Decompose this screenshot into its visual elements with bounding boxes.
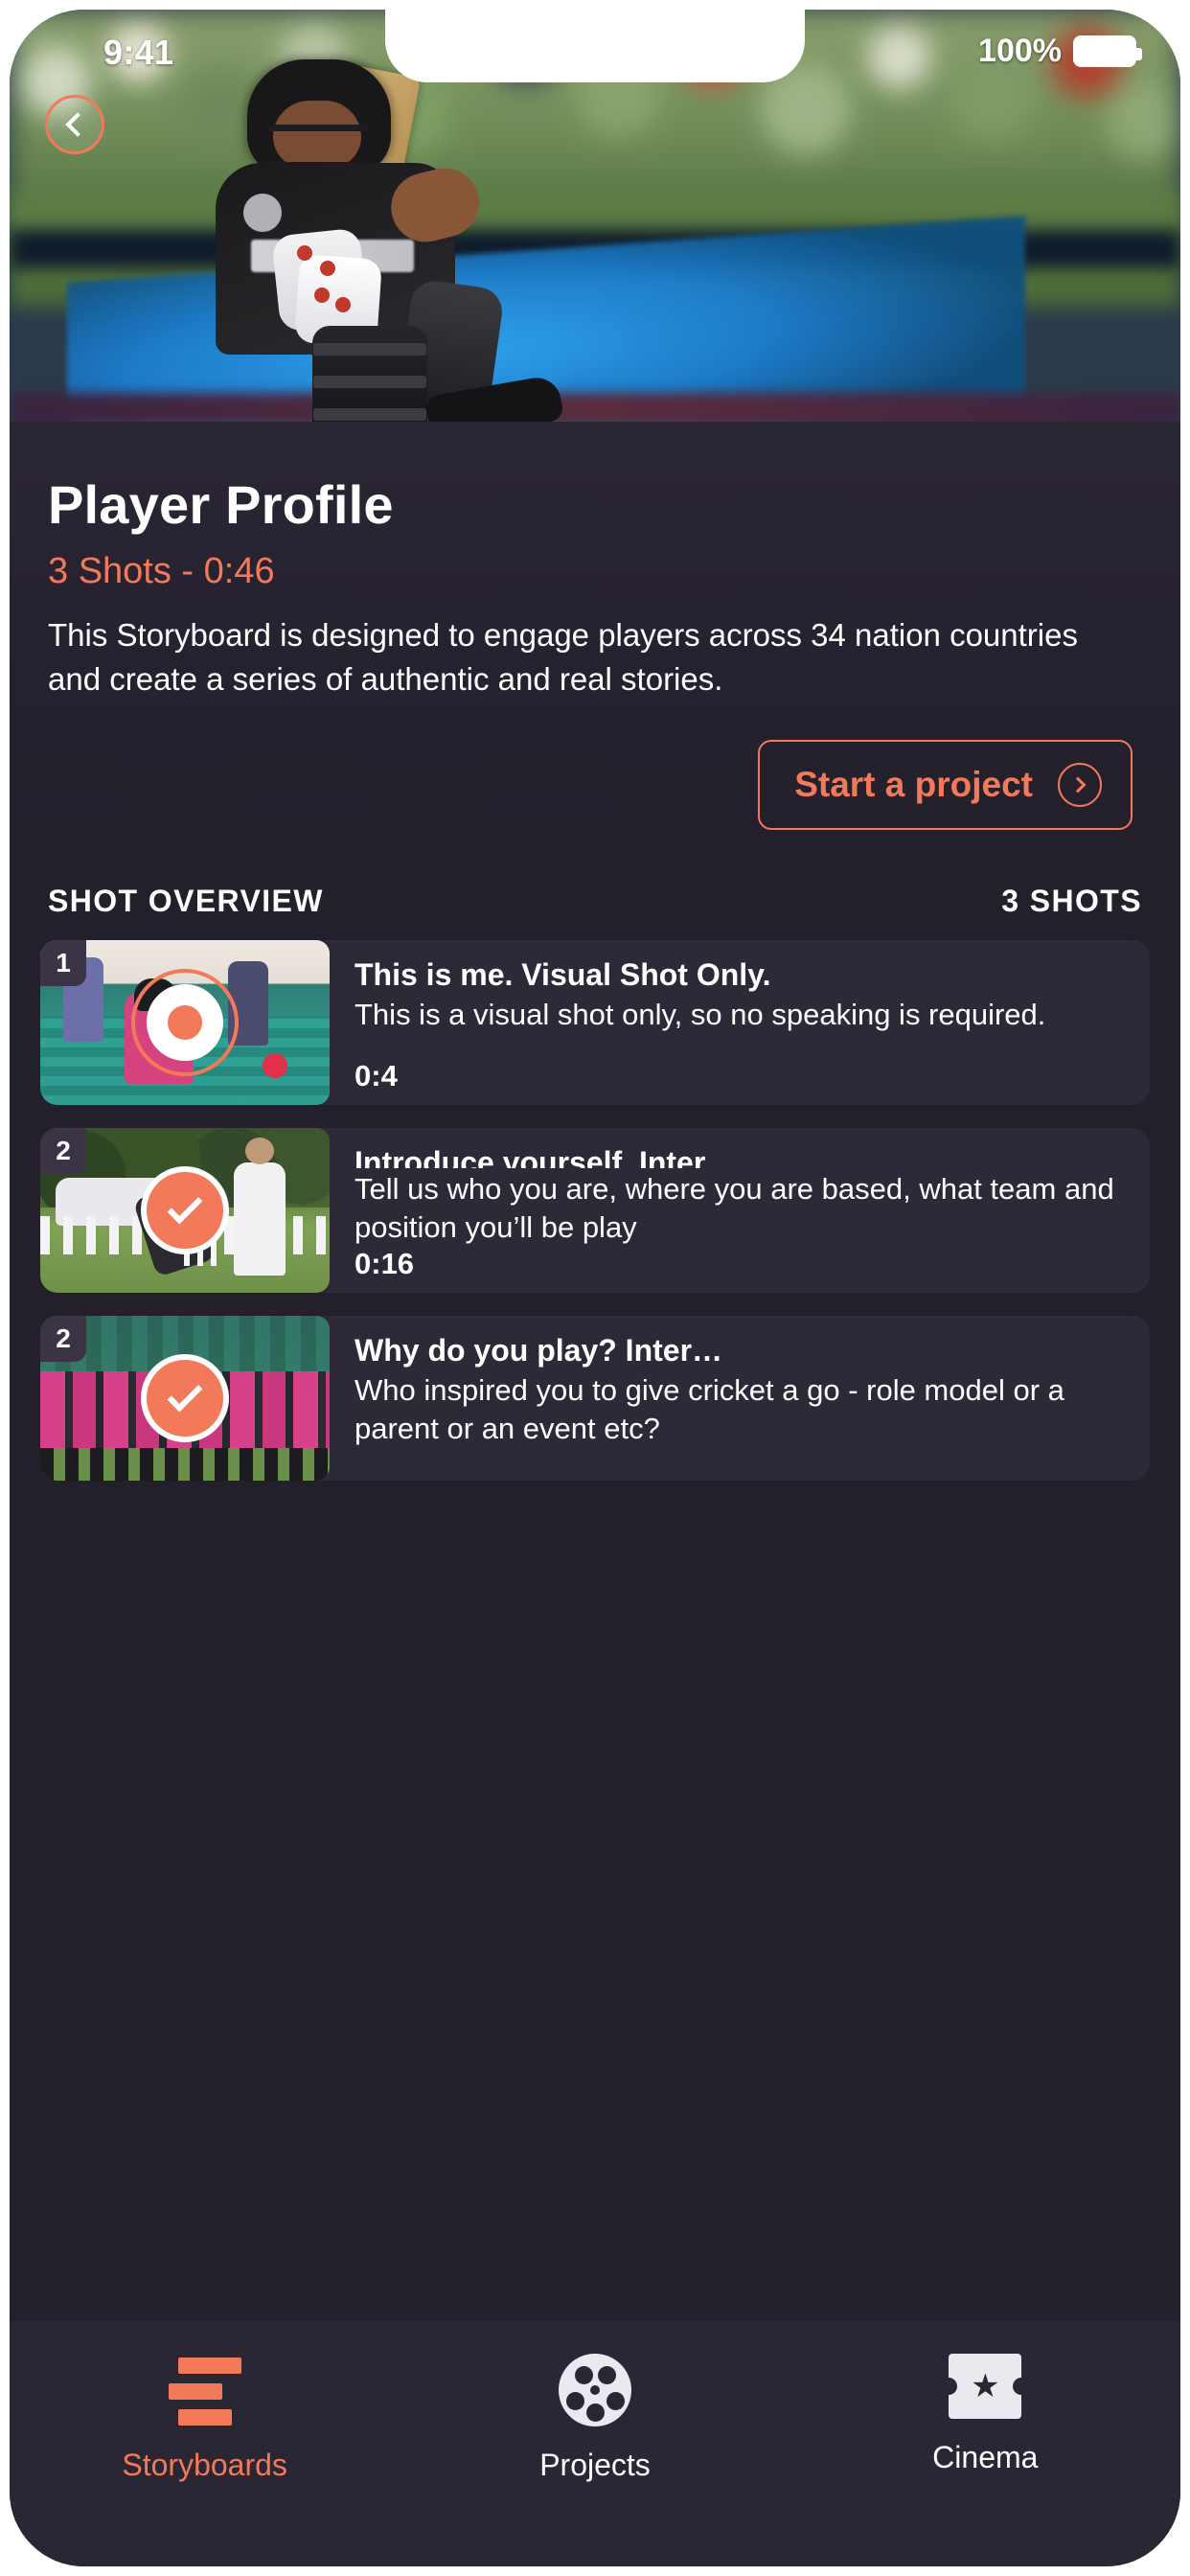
shot-title: This is me. Visual Shot Only. — [355, 957, 771, 992]
shot-thumbnail[interactable]: 2 — [40, 1128, 330, 1293]
tab-projects[interactable]: Projects — [470, 2354, 720, 2483]
shot-text: This is me. Visual Shot Only. This is a … — [330, 940, 1150, 1105]
battery-full-icon — [1073, 35, 1142, 67]
shot-text: Why do you play? Inter… Who inspired you… — [330, 1316, 1150, 1481]
shot-thumbnail[interactable]: 2 — [40, 1316, 330, 1481]
check-circle-icon[interactable] — [141, 1354, 229, 1442]
tab-storyboards-label: Storyboards — [122, 2448, 287, 2482]
shot-duration: 0:4 — [355, 1059, 398, 1092]
check-mark — [167, 1376, 203, 1413]
check-mark — [167, 1188, 203, 1225]
storyboard-detail-section: Player Profile 3 Shots - 0:46 This Story… — [10, 422, 1180, 830]
batting-pad — [312, 326, 427, 422]
storyboard-description: This Storyboard is designed to engage pl… — [48, 617, 1078, 697]
shot-title: Why do you play? Inter… — [355, 1333, 723, 1368]
status-bar-time: 9:41 — [103, 33, 174, 72]
ticket-star-icon: ★ — [940, 2354, 1031, 2419]
shots-duration-subtitle: 3 Shots - 0:46 — [48, 551, 275, 591]
star-glyph: ★ — [971, 2368, 1000, 2404]
shot-index-badge: 1 — [40, 940, 86, 986]
tab-cinema[interactable]: ★ Cinema — [860, 2354, 1110, 2475]
arrow-right-circle-icon — [1058, 763, 1102, 807]
pad-strap — [313, 376, 426, 388]
glove-dot — [335, 297, 351, 312]
app-screen: 9:41 100% Player Profile 3 Shots - 0:46 … — [10, 10, 1180, 2566]
shot-title: Introduce yourself. Inter… — [355, 1145, 737, 1168]
content-area: Player Profile 3 Shots - 0:46 This Story… — [10, 422, 1180, 2566]
tab-storyboards[interactable]: Storyboards — [80, 2354, 330, 2483]
shot-text: Introduce yourself. Inter… Tell us who y… — [330, 1128, 1150, 1293]
bottom-tab-bar: Storyboards Projects ★ Cinema — [10, 2321, 1180, 2566]
chevron-left-icon — [65, 112, 90, 137]
hero-image: 9:41 100% — [10, 10, 1180, 422]
shot-list-item[interactable]: 2 Why do you play? Inter… Who inspired y… — [40, 1316, 1150, 1481]
shot-index-badge: 2 — [40, 1128, 86, 1174]
shot-list-item[interactable]: 1 This is me. Visual Shot Only. This is … — [40, 940, 1150, 1105]
glove-dot — [320, 261, 335, 276]
cricket-ball — [263, 1053, 287, 1078]
start-a-project-button[interactable]: Start a project — [758, 740, 1133, 830]
shot-list-item[interactable]: 2 Introduce yourself. Inter… Tell us who… — [40, 1128, 1150, 1293]
shot-description: Who inspired you to give cricket a go - … — [355, 1373, 1064, 1445]
check-circle-icon[interactable] — [141, 1166, 229, 1254]
glove-dot — [297, 245, 312, 261]
pad-strap — [313, 343, 426, 356]
shot-description: This is a visual shot only, so no speaki… — [355, 998, 1046, 1031]
battery-percent-label: 100% — [978, 33, 1062, 69]
status-bar-right: 100% — [978, 33, 1142, 70]
cta-row: Start a project — [48, 702, 1142, 830]
phone-frame: 9:41 100% Player Profile 3 Shots - 0:46 … — [0, 0, 1190, 2576]
device-notch — [385, 10, 805, 82]
record-button-icon[interactable] — [147, 984, 223, 1061]
shot-thumbnail[interactable]: 1 — [40, 940, 330, 1105]
tab-projects-label: Projects — [539, 2448, 651, 2482]
start-a-project-label: Start a project — [794, 765, 1033, 804]
shot-index-badge: 2 — [40, 1316, 86, 1362]
pad-strap — [313, 408, 426, 421]
film-reel-icon — [558, 2354, 631, 2426]
shot-list: 1 This is me. Visual Shot Only. This is … — [10, 919, 1180, 1481]
shot-overview-header: SHOT OVERVIEW 3 SHOTS — [10, 830, 1180, 919]
storyboard-bars-icon — [168, 2354, 241, 2426]
glove-dot — [314, 288, 330, 303]
shot-overview-label: SHOT OVERVIEW — [48, 884, 324, 918]
shot-duration: 0:16 — [355, 1247, 415, 1280]
back-button[interactable] — [45, 95, 104, 154]
led-bottom-strip — [10, 393, 1180, 422]
shot-count-label: 3 SHOTS — [1001, 884, 1142, 918]
umpire-figure — [234, 1138, 286, 1276]
tab-cinema-label: Cinema — [932, 2440, 1039, 2474]
page-title: Player Profile — [48, 474, 394, 535]
jersey-badge — [243, 194, 282, 232]
shot-description: Tell us who you are, where you are based… — [355, 1172, 1114, 1244]
team-legs — [40, 1447, 330, 1481]
